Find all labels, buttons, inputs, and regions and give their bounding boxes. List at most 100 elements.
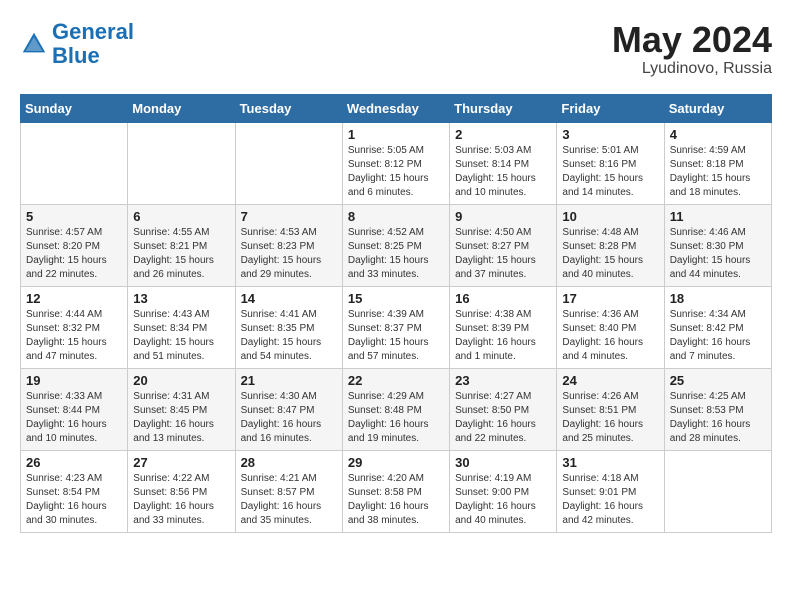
day-number: 26: [26, 455, 122, 470]
day-info: Sunrise: 4:52 AMSunset: 8:25 PMDaylight:…: [348, 226, 444, 282]
day-info: Sunrise: 4:43 AMSunset: 8:34 PMDaylight:…: [133, 308, 229, 364]
calendar-cell: 26 Sunrise: 4:23 AMSunset: 8:54 PMDayligh…: [21, 450, 128, 532]
location-title: Lyudinovo, Russia: [612, 60, 772, 78]
day-info: Sunrise: 4:22 AMSunset: 8:56 PMDaylight:…: [133, 472, 229, 528]
logo-icon: [20, 30, 48, 58]
calendar-cell: 18 Sunrise: 4:34 AMSunset: 8:42 PMDayligh…: [664, 286, 771, 368]
calendar-week-2: 5 Sunrise: 4:57 AMSunset: 8:20 PMDaylight…: [21, 204, 772, 286]
day-info: Sunrise: 4:23 AMSunset: 8:54 PMDaylight:…: [26, 472, 122, 528]
calendar-cell: 28 Sunrise: 4:21 AMSunset: 8:57 PMDayligh…: [235, 450, 342, 532]
day-info: Sunrise: 4:29 AMSunset: 8:48 PMDaylight:…: [348, 390, 444, 446]
day-number: 18: [670, 291, 766, 306]
day-number: 27: [133, 455, 229, 470]
day-info: Sunrise: 4:21 AMSunset: 8:57 PMDaylight:…: [241, 472, 337, 528]
calendar-cell: 17 Sunrise: 4:36 AMSunset: 8:40 PMDayligh…: [557, 286, 664, 368]
calendar-cell: 5 Sunrise: 4:57 AMSunset: 8:20 PMDaylight…: [21, 204, 128, 286]
calendar-cell: 2Sunrise: 5:03 AMSunset: 8:14 PMDaylight…: [450, 122, 557, 204]
calendar-cell: [21, 122, 128, 204]
day-number: 10: [562, 209, 658, 224]
day-info: Sunrise: 4:30 AMSunset: 8:47 PMDaylight:…: [241, 390, 337, 446]
calendar-cell: 1 Sunrise: 5:05 AMSunset: 8:12 PMDaylight…: [342, 122, 449, 204]
day-number: 11: [670, 209, 766, 224]
calendar-cell: 4 Sunrise: 4:59 AMSunset: 8:18 PMDaylight…: [664, 122, 771, 204]
calendar-cell: 7Sunrise: 4:53 AMSunset: 8:23 PMDaylight…: [235, 204, 342, 286]
day-number: 8: [348, 209, 444, 224]
weekday-header-saturday: Saturday: [664, 94, 771, 122]
day-number: 23: [455, 373, 551, 388]
day-info: Sunrise: 5:03 AMSunset: 8:14 PMDaylight:…: [455, 144, 551, 200]
title-block: May 2024 Lyudinovo, Russia: [612, 20, 772, 78]
calendar-cell: 21 Sunrise: 4:30 AMSunset: 8:47 PMDayligh…: [235, 368, 342, 450]
day-info: Sunrise: 4:31 AMSunset: 8:45 PMDaylight:…: [133, 390, 229, 446]
logo-text: General Blue: [52, 20, 134, 68]
day-info: Sunrise: 4:59 AMSunset: 8:18 PMDaylight:…: [670, 144, 766, 200]
day-number: 13: [133, 291, 229, 306]
calendar-week-3: 12 Sunrise: 4:44 AMSunset: 8:32 PMDayligh…: [21, 286, 772, 368]
day-info: Sunrise: 4:39 AMSunset: 8:37 PMDaylight:…: [348, 308, 444, 364]
calendar-cell: 31 Sunrise: 4:18 AMSunset: 9:01 PMDayligh…: [557, 450, 664, 532]
calendar-cell: [664, 450, 771, 532]
calendar-cell: 30Sunrise: 4:19 AMSunset: 9:00 PMDayligh…: [450, 450, 557, 532]
weekday-header-monday: Monday: [128, 94, 235, 122]
day-info: Sunrise: 4:25 AMSunset: 8:53 PMDaylight:…: [670, 390, 766, 446]
day-info: Sunrise: 4:48 AMSunset: 8:28 PMDaylight:…: [562, 226, 658, 282]
day-number: 28: [241, 455, 337, 470]
day-number: 24: [562, 373, 658, 388]
calendar-week-4: 19 Sunrise: 4:33 AMSunset: 8:44 PMDayligh…: [21, 368, 772, 450]
calendar-cell: 3 Sunrise: 5:01 AMSunset: 8:16 PMDaylight…: [557, 122, 664, 204]
day-number: 22: [348, 373, 444, 388]
calendar-cell: 19 Sunrise: 4:33 AMSunset: 8:44 PMDayligh…: [21, 368, 128, 450]
calendar-table: SundayMondayTuesdayWednesdayThursdayFrid…: [20, 94, 772, 533]
day-number: 25: [670, 373, 766, 388]
day-number: 12: [26, 291, 122, 306]
calendar-cell: 12 Sunrise: 4:44 AMSunset: 8:32 PMDayligh…: [21, 286, 128, 368]
calendar-cell: 13 Sunrise: 4:43 AMSunset: 8:34 PMDayligh…: [128, 286, 235, 368]
weekday-header-thursday: Thursday: [450, 94, 557, 122]
day-info: Sunrise: 5:01 AMSunset: 8:16 PMDaylight:…: [562, 144, 658, 200]
day-info: Sunrise: 4:26 AMSunset: 8:51 PMDaylight:…: [562, 390, 658, 446]
day-info: Sunrise: 4:44 AMSunset: 8:32 PMDaylight:…: [26, 308, 122, 364]
calendar-cell: 27 Sunrise: 4:22 AMSunset: 8:56 PMDayligh…: [128, 450, 235, 532]
month-title: May 2024: [612, 20, 772, 60]
day-number: 7: [241, 209, 337, 224]
day-number: 5: [26, 209, 122, 224]
day-number: 15: [348, 291, 444, 306]
calendar-cell: 22 Sunrise: 4:29 AMSunset: 8:48 PMDayligh…: [342, 368, 449, 450]
day-number: 1: [348, 127, 444, 142]
day-info: Sunrise: 5:05 AMSunset: 8:12 PMDaylight:…: [348, 144, 444, 200]
calendar-cell: 24 Sunrise: 4:26 AMSunset: 8:51 PMDayligh…: [557, 368, 664, 450]
day-info: Sunrise: 4:36 AMSunset: 8:40 PMDaylight:…: [562, 308, 658, 364]
day-info: Sunrise: 4:34 AMSunset: 8:42 PMDaylight:…: [670, 308, 766, 364]
day-info: Sunrise: 4:19 AMSunset: 9:00 PMDaylight:…: [455, 472, 551, 528]
day-info: Sunrise: 4:38 AMSunset: 8:39 PMDaylight:…: [455, 308, 551, 364]
day-number: 19: [26, 373, 122, 388]
day-number: 17: [562, 291, 658, 306]
calendar-cell: [235, 122, 342, 204]
day-number: 3: [562, 127, 658, 142]
day-number: 6: [133, 209, 229, 224]
calendar-cell: [128, 122, 235, 204]
day-number: 21: [241, 373, 337, 388]
day-number: 31: [562, 455, 658, 470]
day-info: Sunrise: 4:41 AMSunset: 8:35 PMDaylight:…: [241, 308, 337, 364]
day-info: Sunrise: 4:57 AMSunset: 8:20 PMDaylight:…: [26, 226, 122, 282]
day-info: Sunrise: 4:50 AMSunset: 8:27 PMDaylight:…: [455, 226, 551, 282]
calendar-cell: 10 Sunrise: 4:48 AMSunset: 8:28 PMDayligh…: [557, 204, 664, 286]
calendar-cell: 6Sunrise: 4:55 AMSunset: 8:21 PMDaylight…: [128, 204, 235, 286]
day-number: 9: [455, 209, 551, 224]
calendar-cell: 16Sunrise: 4:38 AMSunset: 8:39 PMDayligh…: [450, 286, 557, 368]
calendar-cell: 25 Sunrise: 4:25 AMSunset: 8:53 PMDayligh…: [664, 368, 771, 450]
day-number: 4: [670, 127, 766, 142]
day-info: Sunrise: 4:46 AMSunset: 8:30 PMDaylight:…: [670, 226, 766, 282]
day-number: 20: [133, 373, 229, 388]
calendar-cell: 20 Sunrise: 4:31 AMSunset: 8:45 PMDayligh…: [128, 368, 235, 450]
weekday-header-tuesday: Tuesday: [235, 94, 342, 122]
day-info: Sunrise: 4:33 AMSunset: 8:44 PMDaylight:…: [26, 390, 122, 446]
calendar-cell: 14Sunrise: 4:41 AMSunset: 8:35 PMDayligh…: [235, 286, 342, 368]
weekday-header-friday: Friday: [557, 94, 664, 122]
calendar-cell: 8 Sunrise: 4:52 AMSunset: 8:25 PMDaylight…: [342, 204, 449, 286]
calendar-cell: 11 Sunrise: 4:46 AMSunset: 8:30 PMDayligh…: [664, 204, 771, 286]
day-info: Sunrise: 4:18 AMSunset: 9:01 PMDaylight:…: [562, 472, 658, 528]
calendar-cell: 15 Sunrise: 4:39 AMSunset: 8:37 PMDayligh…: [342, 286, 449, 368]
page-header: General Blue May 2024 Lyudinovo, Russia: [20, 20, 772, 78]
